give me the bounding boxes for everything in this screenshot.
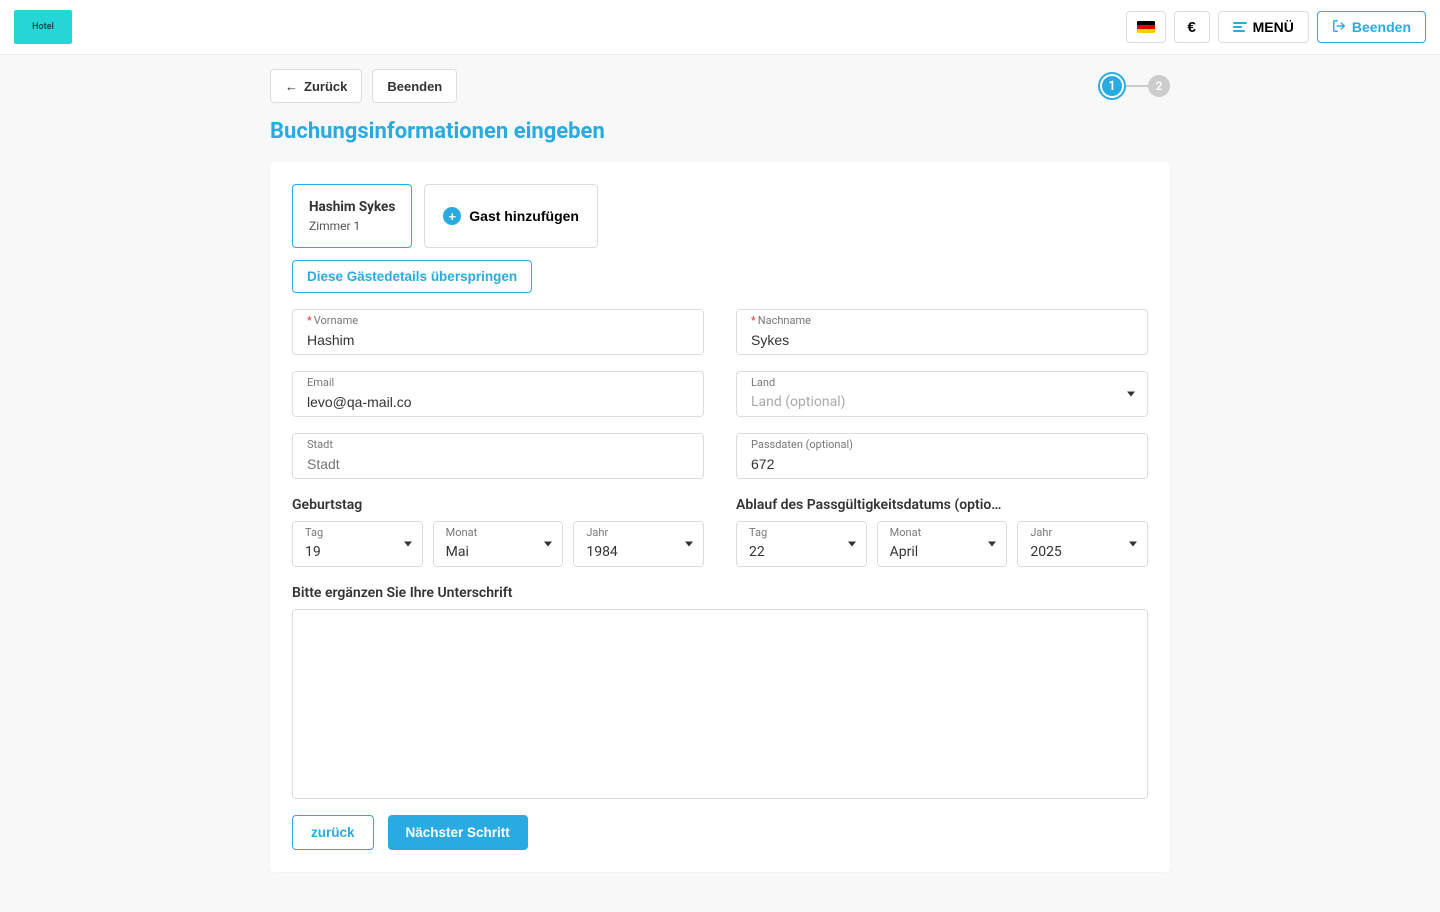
page-container: ← Zurück Beenden 1 2 Buchungsinformation…: [270, 55, 1170, 912]
lastname-label: *Nachname: [751, 314, 811, 327]
logo-text: Hotel: [32, 22, 54, 32]
chevron-down-icon: [988, 542, 996, 547]
logo: Hotel: [14, 10, 72, 44]
form-grid: *Vorname *Nachname Email Land Land (opti…: [292, 309, 1148, 479]
birthday-day-select[interactable]: Tag 19: [292, 521, 423, 567]
language-button[interactable]: [1126, 11, 1166, 43]
action-left: ← Zurück Beenden: [270, 69, 457, 103]
menu-icon: [1233, 22, 1247, 32]
topbar: Hotel € MENÜ Beenden: [0, 0, 1440, 55]
country-label: Land: [751, 376, 775, 389]
expiry-day-select[interactable]: Tag 22: [736, 521, 867, 567]
sign-out-icon: [1332, 19, 1346, 36]
birthday-section: Geburtstag Tag 19 Monat Mai Jahr 1984: [292, 483, 704, 567]
birthday-year-select[interactable]: Jahr 1984: [573, 521, 704, 567]
expiry-year-select[interactable]: Jahr 2025: [1017, 521, 1148, 567]
guest-tab-room: Zimmer 1: [309, 219, 395, 233]
guest-tab-active[interactable]: Hashim Sykes Zimmer 1: [292, 184, 412, 248]
birthday-month-select[interactable]: Monat Mai: [433, 521, 564, 567]
chevron-down-icon: [404, 542, 412, 547]
passport-expiry-trio: Tag 22 Monat April Jahr 2025: [736, 521, 1148, 567]
add-guest-button[interactable]: + Gast hinzufügen: [424, 184, 598, 248]
country-field[interactable]: Land Land (optional): [736, 371, 1148, 417]
passport-expiry-title: Ablauf des Passgültigkeitsdatums (optio…: [736, 497, 1148, 513]
signature-canvas[interactable]: [292, 609, 1148, 799]
passport-expiry-section: Ablauf des Passgültigkeitsdatums (optio……: [736, 483, 1148, 567]
step-connector: [1126, 85, 1148, 87]
arrow-left-icon: ←: [285, 79, 298, 94]
lastname-field[interactable]: *Nachname: [736, 309, 1148, 355]
chevron-down-icon: [544, 542, 552, 547]
city-label: Stadt: [307, 438, 333, 451]
chevron-down-icon: [1127, 392, 1135, 397]
skip-label: Diese Gästedetails überspringen: [307, 269, 517, 284]
back-label: Zurück: [304, 79, 347, 94]
flag-de-icon: [1137, 21, 1155, 33]
guest-tabs: Hashim Sykes Zimmer 1 + Gast hinzufügen: [292, 184, 1148, 248]
guest-tab-name: Hashim Sykes: [309, 199, 395, 215]
back-button[interactable]: ← Zurück: [270, 69, 362, 103]
date-sections: Geburtstag Tag 19 Monat Mai Jahr 1984: [292, 483, 1148, 567]
signature-label: Bitte ergänzen Sie Ihre Unterschrift: [292, 585, 1148, 601]
currency-symbol: €: [1187, 19, 1195, 36]
birthday-trio: Tag 19 Monat Mai Jahr 1984: [292, 521, 704, 567]
page-title: Buchungsinformationen eingeben: [270, 119, 1170, 144]
passport-field[interactable]: Passdaten (optional): [736, 433, 1148, 479]
city-field[interactable]: Stadt: [292, 433, 704, 479]
add-guest-label: Gast hinzufügen: [469, 208, 579, 224]
chevron-down-icon: [685, 542, 693, 547]
country-placeholder: Land (optional): [751, 394, 1117, 410]
exit-label: Beenden: [1352, 19, 1411, 35]
chevron-down-icon: [848, 542, 856, 547]
currency-button[interactable]: €: [1174, 11, 1210, 43]
firstname-label: *Vorname: [307, 314, 358, 327]
footer-next-button[interactable]: Nächster Schritt: [388, 815, 528, 850]
firstname-input[interactable]: [307, 332, 673, 348]
birthday-title: Geburtstag: [292, 497, 704, 513]
step-1: 1: [1098, 72, 1126, 100]
expiry-month-select[interactable]: Monat April: [877, 521, 1008, 567]
finish-button[interactable]: Beenden: [372, 69, 457, 103]
plus-circle-icon: +: [443, 207, 461, 225]
skip-details-button[interactable]: Diese Gästedetails überspringen: [292, 260, 532, 293]
step-2: 2: [1148, 75, 1170, 97]
chevron-down-icon: [1129, 542, 1137, 547]
topbar-right: € MENÜ Beenden: [1126, 11, 1426, 43]
form-card: Hashim Sykes Zimmer 1 + Gast hinzufügen …: [270, 162, 1170, 872]
menu-button[interactable]: MENÜ: [1218, 11, 1309, 43]
menu-label: MENÜ: [1253, 19, 1294, 35]
footer-back-button[interactable]: zurück: [292, 815, 374, 850]
stepper: 1 2: [1098, 72, 1170, 100]
passport-input[interactable]: [751, 456, 1117, 472]
email-field[interactable]: Email: [292, 371, 704, 417]
footer-buttons: zurück Nächster Schritt: [292, 815, 1148, 850]
lastname-input[interactable]: [751, 332, 1117, 348]
exit-button[interactable]: Beenden: [1317, 11, 1426, 43]
city-input[interactable]: [307, 456, 673, 472]
firstname-field[interactable]: *Vorname: [292, 309, 704, 355]
email-input[interactable]: [307, 394, 673, 410]
action-row: ← Zurück Beenden 1 2: [270, 69, 1170, 103]
email-label: Email: [307, 376, 334, 389]
finish-label: Beenden: [387, 79, 442, 94]
passport-label: Passdaten (optional): [751, 438, 853, 451]
